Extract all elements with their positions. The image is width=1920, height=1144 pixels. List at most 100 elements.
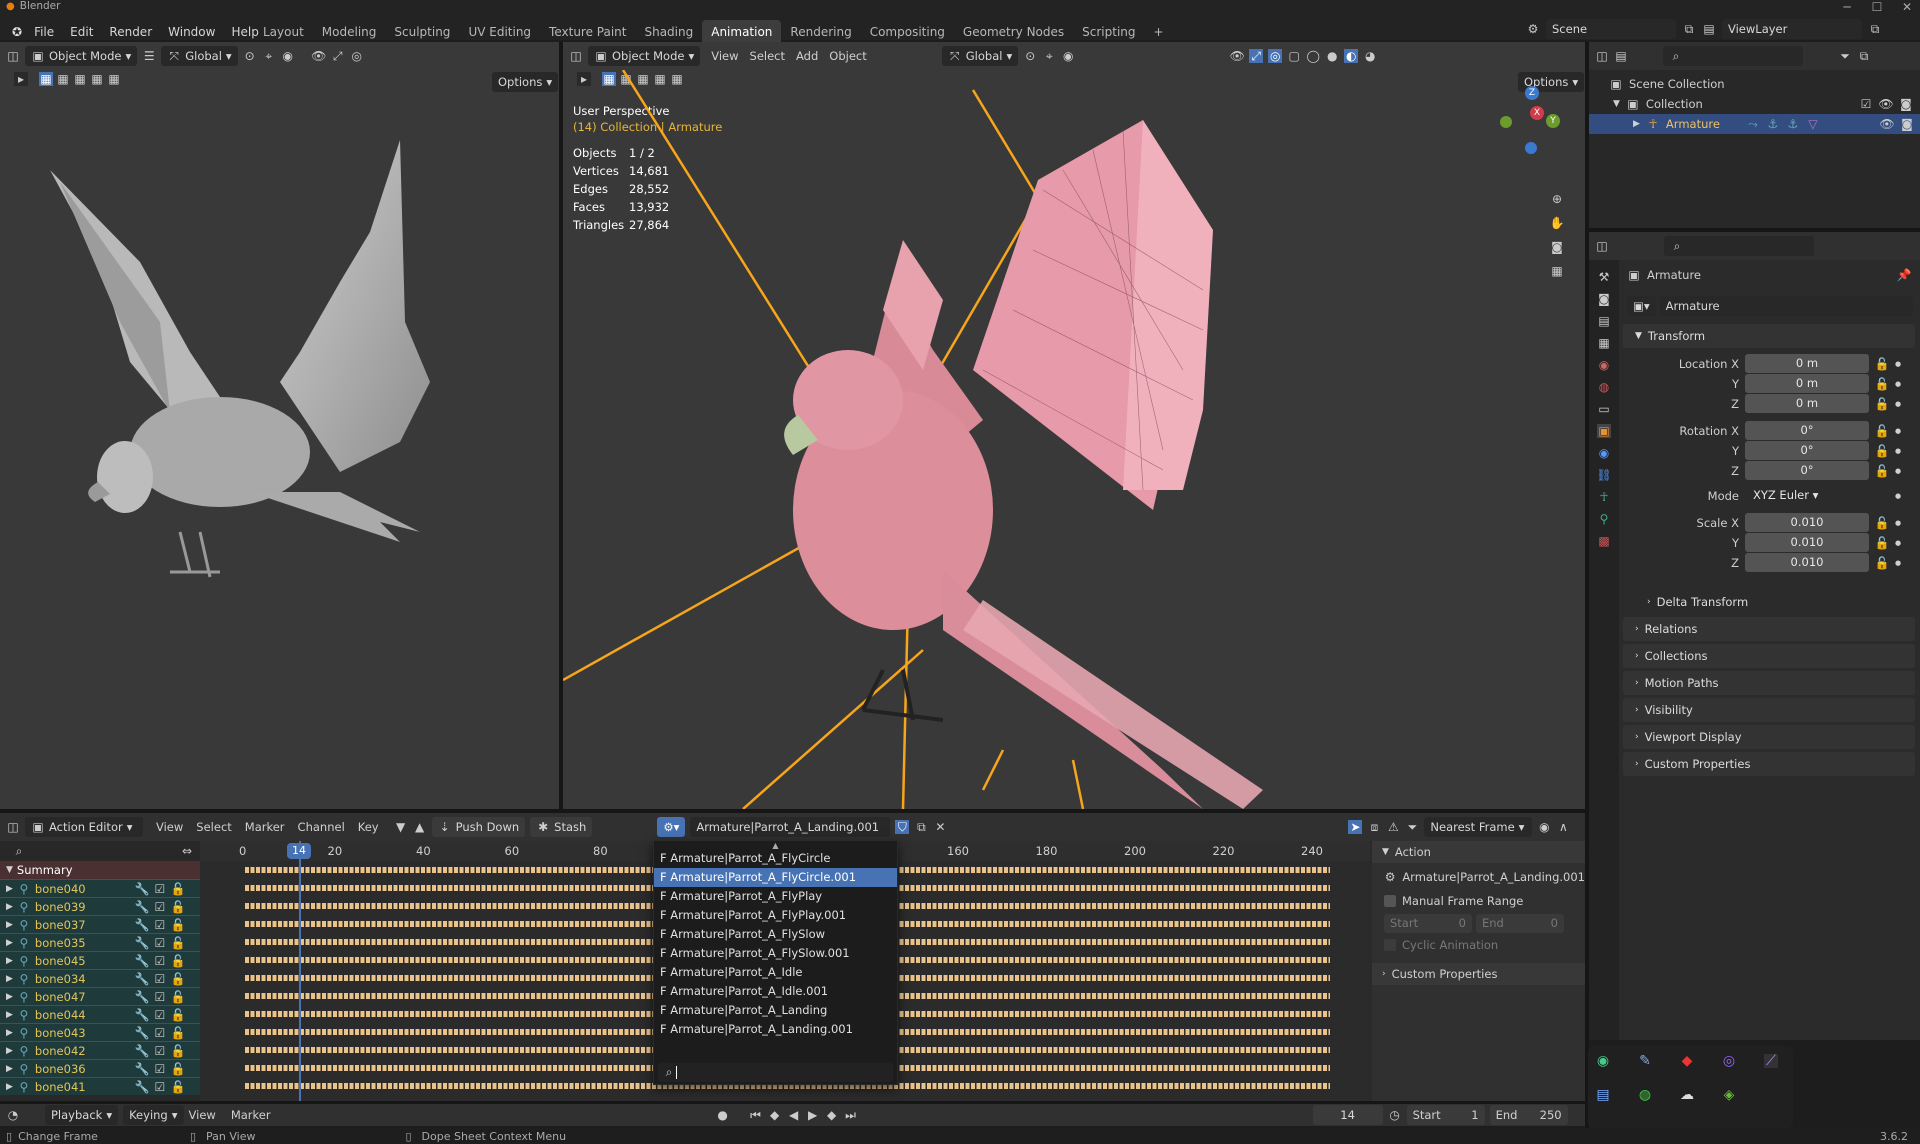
lock-icon[interactable]: 🔓	[170, 1062, 185, 1076]
keyframe-dot-icon[interactable]: ●	[1895, 380, 1901, 388]
collapse-arrow-icon[interactable]: ▼	[6, 865, 13, 875]
lock-icon[interactable]: 🔓	[170, 936, 185, 950]
relations-panel[interactable]: › Relations	[1623, 617, 1915, 641]
modifier-wrench-icon[interactable]: 🔧	[134, 936, 149, 950]
snap-icon[interactable]: ⌖	[262, 49, 276, 63]
modifier-wrench-icon[interactable]: 🔧	[134, 1008, 149, 1022]
menu-key[interactable]: Key	[358, 820, 379, 834]
physics-tab-icon[interactable]: ◉	[1597, 446, 1611, 460]
channel-row[interactable]: ▶ ⚲ bone039 🔧 ☑ 🔓	[0, 897, 200, 915]
view-layer-icon[interactable]: ▤	[1702, 22, 1716, 36]
object-browse-button[interactable]: ▣▾	[1627, 296, 1656, 316]
editor-type-icon[interactable]: ◫	[6, 49, 20, 63]
stopwatch-icon[interactable]: ◷	[1388, 1108, 1402, 1122]
eye-icon[interactable]: 👁	[1878, 97, 1893, 111]
camera-icon[interactable]: ◙	[1900, 117, 1914, 131]
menu-render[interactable]: Render	[101, 21, 160, 43]
motion-paths-panel[interactable]: › Motion Paths	[1623, 671, 1915, 695]
visibility-panel[interactable]: › Visibility	[1623, 698, 1915, 722]
pan-hand-icon[interactable]: ✋	[1550, 216, 1565, 230]
editor-type-icon[interactable]: ◫	[6, 820, 20, 834]
start-frame-field[interactable]: Start 1	[1406, 1105, 1485, 1125]
scale-x-field[interactable]: 0.010	[1745, 513, 1869, 532]
checkbox-icon[interactable]: ☑	[1859, 97, 1873, 111]
scale-z-field[interactable]: 0.010	[1745, 553, 1869, 572]
channel-checkbox-icon[interactable]: ☑	[153, 936, 167, 950]
collection-tab-icon[interactable]: ▭	[1597, 402, 1611, 416]
current-frame-field[interactable]: 14	[1312, 1105, 1383, 1125]
keying-menu[interactable]: Keying ▾	[123, 1105, 184, 1125]
left-viewport[interactable]: ◫ ▣ Object Mode ▾ ☰ ⤧ Global ▾ ⊙ ⌖ ◉ 👁 ⤢ ◎…	[0, 42, 559, 809]
pin-icon[interactable]: 📌	[1897, 268, 1912, 282]
left-orientation-selector[interactable]: ⤧ Global ▾	[161, 46, 238, 66]
menu-object[interactable]: Object	[829, 49, 866, 63]
texture-tab-icon[interactable]: ▩	[1597, 534, 1611, 548]
proportional-edit-icon[interactable]: ◉	[281, 49, 295, 63]
play-reverse-icon[interactable]: ◀	[787, 1108, 801, 1122]
pivot-icon[interactable]: ⊙	[243, 49, 257, 63]
display-mode-icon[interactable]: ▤	[1614, 49, 1628, 63]
channel-row[interactable]: ▶ ⚲ bone034 🔧 ☑ 🔓	[0, 969, 200, 987]
main-orientation-selector[interactable]: ⤧ Global ▾	[941, 46, 1019, 66]
channel-row[interactable]: ▶ ⚲ bone045 🔧 ☑ 🔓	[0, 951, 200, 969]
scene-tab-icon[interactable]: ◉	[1597, 358, 1611, 372]
channel-checkbox-icon[interactable]: ☑	[153, 900, 167, 914]
record-icon[interactable]: ●	[716, 1108, 730, 1122]
expand-arrow-icon[interactable]: ▶	[6, 1064, 13, 1074]
outliner-collection[interactable]: ▼ ▣ Collection ☑ 👁 ◙	[1613, 94, 1913, 114]
channel-checkbox-icon[interactable]: ☑	[153, 1008, 167, 1022]
menu-file[interactable]: File	[26, 21, 62, 43]
menu-edit[interactable]: Edit	[62, 21, 101, 43]
gizmo-y-icon[interactable]: Y	[1546, 114, 1560, 128]
menu-marker[interactable]: Marker	[231, 1108, 271, 1122]
keyframe-dot-icon[interactable]: ●	[1895, 467, 1901, 475]
lock-icon[interactable]: 🔓	[1875, 377, 1890, 391]
manual-range-checkbox[interactable]	[1384, 895, 1396, 907]
navigation-gizmo[interactable]: Z Y X	[1498, 86, 1568, 156]
scene-selector[interactable]: Scene	[1546, 19, 1676, 39]
errors-icon[interactable]: ⚠	[1386, 820, 1400, 834]
expand-arrow-icon[interactable]: ▶	[6, 920, 13, 930]
menu-select[interactable]: Select	[750, 49, 785, 63]
keyframe-dot-icon[interactable]: ●	[1895, 559, 1901, 567]
action-name-field[interactable]: Armature|Parrot_A_Landing.001	[690, 817, 891, 837]
playback-menu[interactable]: Playback ▾	[45, 1105, 119, 1125]
expand-arrow-icon[interactable]: ▶	[1633, 119, 1640, 129]
play-icon[interactable]: ▶	[806, 1108, 820, 1122]
action-list-item[interactable]: F Armature|Parrot_A_FlyPlay.001	[654, 906, 897, 925]
modifier-wrench-icon[interactable]: 🔧	[134, 1062, 149, 1076]
channel-row[interactable]: ▶ ⚲ bone035 🔧 ☑ 🔓	[0, 933, 200, 951]
keyframe-dot-icon[interactable]: ●	[1895, 427, 1901, 435]
overlay-icon[interactable]: ◎	[350, 49, 364, 63]
tab-texture-paint[interactable]: Texture Paint	[540, 20, 635, 44]
gizmo-toggle-icon[interactable]: ⤢	[331, 49, 345, 63]
gizmo-neg-z-icon[interactable]	[1525, 142, 1537, 154]
tab-animation[interactable]: Animation	[702, 20, 782, 44]
action-list-item[interactable]: F Armature|Parrot_A_FlyCircle	[654, 849, 897, 868]
notes-icon[interactable]: ▤	[1596, 1087, 1610, 1103]
action-list-item[interactable]: F Armature|Parrot_A_FlyPlay	[654, 887, 897, 906]
grid-icon[interactable]: ▦	[1550, 264, 1564, 278]
menu-view[interactable]: View	[156, 820, 183, 834]
layer-down-icon[interactable]: ▼	[394, 820, 408, 834]
rotation-z-field[interactable]: 0°	[1745, 461, 1869, 480]
keyframe-dot-icon[interactable]: ●	[1895, 360, 1901, 368]
tab-scripting[interactable]: Scripting	[1073, 20, 1144, 44]
visibility-icon[interactable]: 👁	[311, 49, 326, 63]
gizmo-neg-y-icon[interactable]	[1500, 116, 1512, 128]
expand-arrow-icon[interactable]: ▶	[6, 884, 13, 894]
wireframe-shading-icon[interactable]: ◯	[1306, 49, 1320, 63]
add-workspace-icon[interactable]: +	[1145, 20, 1173, 44]
manual-range-row[interactable]: Manual Frame Range	[1372, 891, 1585, 911]
output-tab-icon[interactable]: ▤	[1597, 314, 1611, 328]
fake-user-icon[interactable]: ⛉	[895, 820, 910, 834]
jump-start-icon[interactable]: ⏮	[749, 1108, 763, 1122]
select-subtract-icon[interactable]: ▦	[73, 72, 87, 86]
unlink-action-icon[interactable]: ✕	[933, 820, 947, 834]
new-collection-icon[interactable]: ⧉	[1857, 49, 1871, 63]
left-options-button[interactable]: Options ▾	[492, 72, 559, 92]
tab-shading[interactable]: Shading	[635, 20, 702, 44]
nvidia-icon[interactable]: ◈	[1722, 1087, 1736, 1103]
left-mode-selector[interactable]: ▣ Object Mode ▾	[25, 46, 138, 66]
rendered-shading-icon[interactable]: ◕	[1363, 49, 1377, 63]
